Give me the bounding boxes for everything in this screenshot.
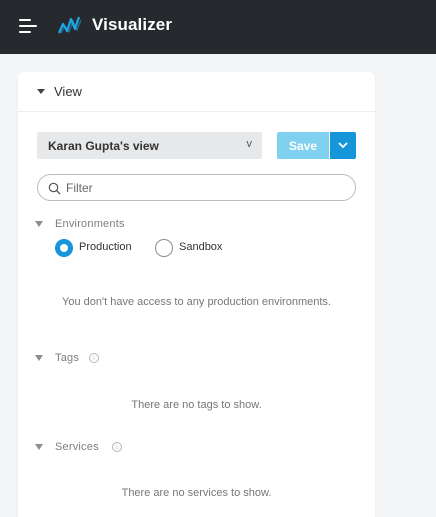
services-collapse-icon[interactable]	[35, 444, 43, 450]
view-panel: View Karan Gupta's view v Save Environme…	[18, 72, 375, 517]
chevron-down-icon: v	[246, 138, 253, 150]
save-options-dropdown[interactable]	[330, 132, 356, 159]
top-bar: Visualizer	[0, 0, 436, 54]
radio-sandbox-label[interactable]: Sandbox	[179, 241, 222, 253]
tags-collapse-icon[interactable]	[35, 355, 43, 361]
environments-title: Environments	[55, 218, 125, 230]
view-panel-header[interactable]: View	[18, 72, 375, 112]
panel-title: View	[54, 84, 82, 99]
tags-empty-message: There are no tags to show.	[131, 399, 262, 411]
visualizer-logo-icon	[57, 16, 82, 34]
tags-info-icon[interactable]: i	[89, 353, 99, 363]
services-empty-message: There are no services to show.	[121, 487, 272, 499]
filter-input[interactable]	[66, 179, 346, 197]
hamburger-menu-icon[interactable]	[19, 17, 37, 35]
app-title: Visualizer	[92, 15, 173, 34]
services-info-icon[interactable]: i	[112, 442, 122, 452]
save-button[interactable]: Save	[277, 132, 329, 159]
environments-collapse-icon[interactable]	[35, 221, 43, 227]
radio-sandbox[interactable]	[155, 239, 173, 257]
services-title: Services	[55, 441, 99, 453]
caret-down-icon	[37, 89, 45, 94]
chevron-down-icon	[338, 142, 348, 149]
view-select-value: Karan Gupta's view	[48, 139, 159, 153]
radio-production[interactable]	[55, 239, 73, 257]
environments-empty-message: You don't have access to any production …	[62, 296, 331, 308]
view-select[interactable]: Karan Gupta's view v	[37, 132, 262, 159]
tags-title: Tags	[55, 352, 80, 364]
filter-field[interactable]	[37, 174, 356, 201]
search-icon	[48, 182, 61, 195]
radio-production-label[interactable]: Production	[79, 241, 132, 253]
